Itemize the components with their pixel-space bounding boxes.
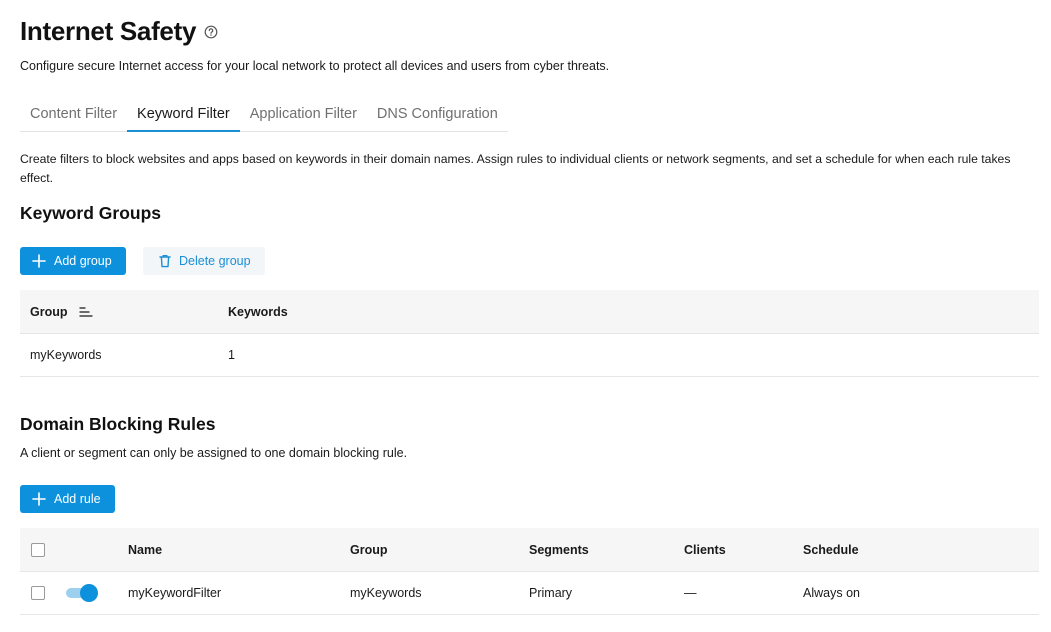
rule-name-cell: myKeywordFilter [128,586,222,600]
column-header-group[interactable]: Group [30,305,93,319]
rule-toggle-cell [66,584,98,602]
add-rule-label: Add rule [54,492,101,506]
toggle-knob [80,584,98,602]
rule-segments-cell: Primary [529,586,573,600]
intro-text: Create filters to block websites and app… [20,152,1011,185]
table-row[interactable]: myKeywordFilter myKeywords Primary — Alw… [20,572,1039,615]
rule-group-cell: myKeywords [350,586,422,600]
group-name-cell: myKeywords [30,348,102,362]
column-header-name: Name [128,542,163,557]
rule-clients-cell: — [684,586,697,600]
select-all-checkbox[interactable] [31,542,45,557]
rule-schedule-cell: Always on [803,586,860,600]
tab-bar: Content Filter Keyword Filter Applicatio… [20,98,508,132]
column-header-keywords: Keywords [228,304,288,319]
rule-enabled-toggle[interactable] [66,584,98,602]
column-header-schedule: Schedule [803,542,859,557]
delete-group-button[interactable]: Delete group [143,247,265,275]
add-rule-button[interactable]: Add rule [20,485,115,513]
trash-icon [159,254,171,268]
add-group-label: Add group [54,254,112,268]
plus-icon [32,492,46,506]
row-select-cell [31,586,45,600]
table-header: Name Group Segments Clients Schedule [20,528,1039,572]
plus-icon [32,254,46,268]
table-header: Group Keywords [20,290,1039,334]
domain-rules-table: Name Group Segments Clients Schedule myK… [20,528,1039,615]
select-all-cell [31,542,45,557]
table-row[interactable]: myKeywords 1 [20,334,1039,377]
keyword-groups-table: Group Keywords myKeywords 1 [20,290,1039,377]
column-header-clients: Clients [684,542,726,557]
sort-icon[interactable] [79,306,93,318]
domain-blocking-rules-title: Domain Blocking Rules [20,414,216,434]
help-icon[interactable] [204,25,218,39]
add-group-button[interactable]: Add group [20,247,126,275]
page-title: Internet Safety [20,16,197,46]
column-header-label: Group [30,304,68,319]
row-checkbox[interactable] [31,586,45,600]
column-header-group: Group [350,542,388,557]
column-header-segments: Segments [529,542,589,557]
domain-rules-note: A client or segment can only be assigned… [20,446,408,460]
tab-content-filter[interactable]: Content Filter [20,98,127,131]
keyword-groups-title: Keyword Groups [20,203,161,223]
tab-keyword-filter[interactable]: Keyword Filter [127,98,240,132]
keywords-count-cell: 1 [228,348,235,362]
page-header: Internet Safety [20,16,218,47]
delete-group-label: Delete group [179,254,251,268]
page-subtitle: Configure secure Internet access for you… [20,59,610,73]
tab-application-filter[interactable]: Application Filter [240,98,367,131]
tab-dns-configuration[interactable]: DNS Configuration [367,98,508,131]
